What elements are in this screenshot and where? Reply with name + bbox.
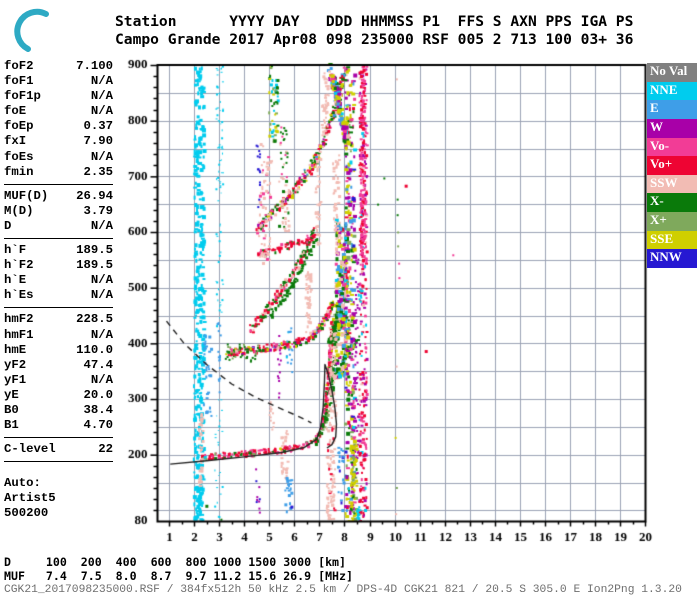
muf-row: MUF 7.4 7.5 8.0 8.7 9.7 11.2 15.6 26.9 [… (4, 568, 354, 583)
muf-table: D 100 200 400 600 800 1000 1500 3000 [km… (4, 555, 354, 583)
ionogram-plot (0, 0, 700, 600)
legend-item-x+: X+ (647, 212, 697, 231)
d-row: D 100 200 400 600 800 1000 1500 3000 [km… (4, 555, 347, 569)
legend-item-ssw: SSW (647, 174, 697, 194)
legend-item-sse: SSE (647, 230, 697, 250)
legend-item-nnw: NNW (647, 249, 697, 268)
legend-item-vo+: Vo+ (647, 156, 697, 175)
ionogram-window: Station YYYY DAY DDD HHMMSS P1 FFS S AXN… (0, 0, 700, 600)
legend-item-x-: X- (647, 193, 697, 212)
color-legend: No Val NNE E W Vo- Vo+ SSW X- X+ SSE NNW (647, 63, 697, 268)
legend-item-noval: No Val (647, 63, 697, 82)
status-line: CGK21_2017098235000.RSF / 384fx512h 50 k… (4, 584, 682, 596)
legend-item-e: E (647, 100, 697, 119)
legend-item-w: W (647, 118, 697, 138)
legend-item-nne: NNE (647, 81, 697, 101)
legend-item-vo-: Vo- (647, 137, 697, 157)
